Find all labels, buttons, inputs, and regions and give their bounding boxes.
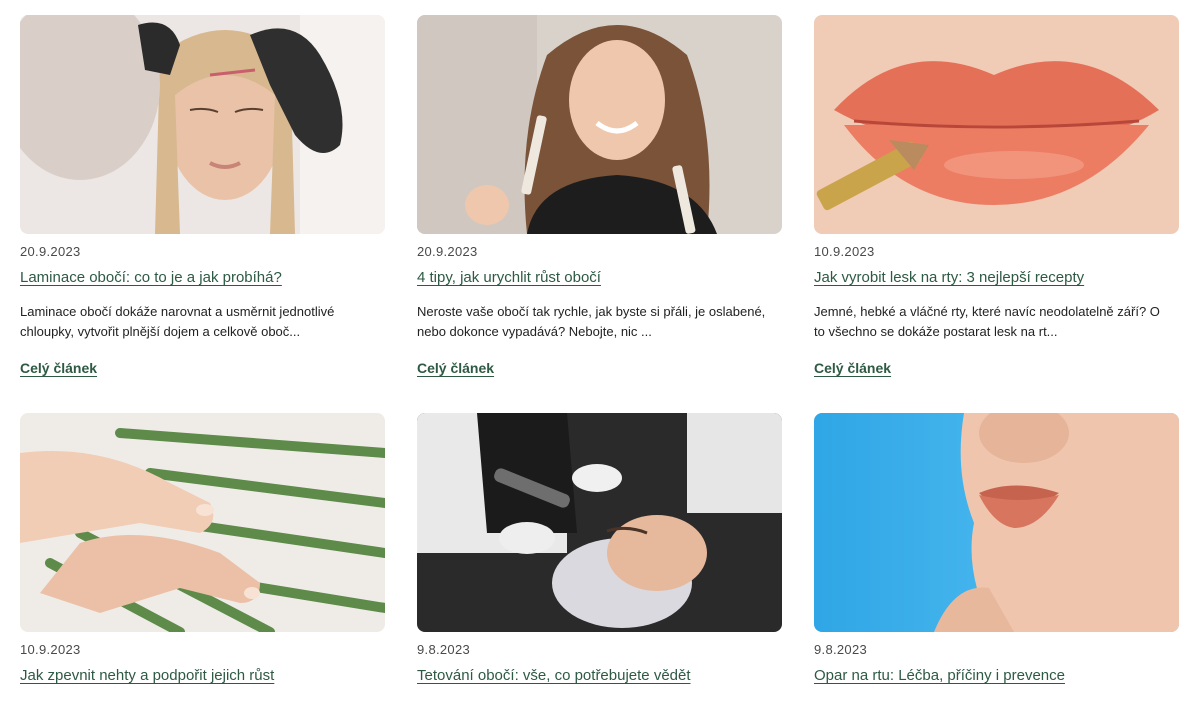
article-card: 20.9.2023 Laminace obočí: co to je a jak… xyxy=(20,15,385,413)
article-card: 20.9.2023 4 tipy, jak urychlit růst oboč… xyxy=(417,15,782,413)
article-card: 10.9.2023 Jak zpevnit nehty a podpořit j… xyxy=(20,413,385,713)
article-excerpt: Neroste vaše obočí tak rychle, jak byste… xyxy=(417,304,766,339)
article-date: 10.9.2023 xyxy=(814,244,875,259)
article-date: 20.9.2023 xyxy=(20,244,81,259)
article-thumbnail-brow-tattoo[interactable] xyxy=(417,413,782,632)
article-thumbnail-serum[interactable] xyxy=(417,15,782,234)
article-card: 10.9.2023 Jak vyrobit lesk na rty: 3 nej… xyxy=(814,15,1179,413)
article-title-link[interactable]: 4 tipy, jak urychlit růst obočí xyxy=(417,268,782,288)
article-card: 9.8.2023 Opar na rtu: Léčba, příčiny i p… xyxy=(814,413,1179,713)
read-more-link[interactable]: Celý článek xyxy=(417,360,494,376)
article-title-link[interactable]: Laminace obočí: co to je a jak probíhá? xyxy=(20,268,385,288)
article-date: 9.8.2023 xyxy=(417,642,471,657)
read-more-link[interactable]: Celý článek xyxy=(20,360,97,376)
article-excerpt: Jemné, hebké a vláčné rty, které navíc n… xyxy=(814,304,1160,339)
article-title-link[interactable]: Jak vyrobit lesk na rty: 3 nejlepší rece… xyxy=(814,268,1179,288)
article-title-link[interactable]: Jak zpevnit nehty a podpořit jejich růst xyxy=(20,666,385,686)
article-date: 20.9.2023 xyxy=(417,244,478,259)
article-date: 10.9.2023 xyxy=(20,642,81,657)
article-grid: 20.9.2023 Laminace obočí: co to je a jak… xyxy=(20,15,1179,713)
read-more-link[interactable]: Celý článek xyxy=(814,360,891,376)
article-thumbnail-eyebrow-lamination[interactable] xyxy=(20,15,385,234)
article-title-link[interactable]: Tetování obočí: vše, co potřebujete vědě… xyxy=(417,666,782,686)
article-excerpt: Laminace obočí dokáže narovnat a usměrni… xyxy=(20,304,335,339)
article-date: 9.8.2023 xyxy=(814,642,868,657)
article-thumbnail-nails[interactable] xyxy=(20,413,385,632)
article-thumbnail-lip-gloss[interactable] xyxy=(814,15,1179,234)
article-title-link[interactable]: Opar na rtu: Léčba, příčiny i prevence xyxy=(814,666,1179,686)
article-card: 9.8.2023 Tetování obočí: vše, co potřebu… xyxy=(417,413,782,713)
article-thumbnail-lips-blue[interactable] xyxy=(814,413,1179,632)
